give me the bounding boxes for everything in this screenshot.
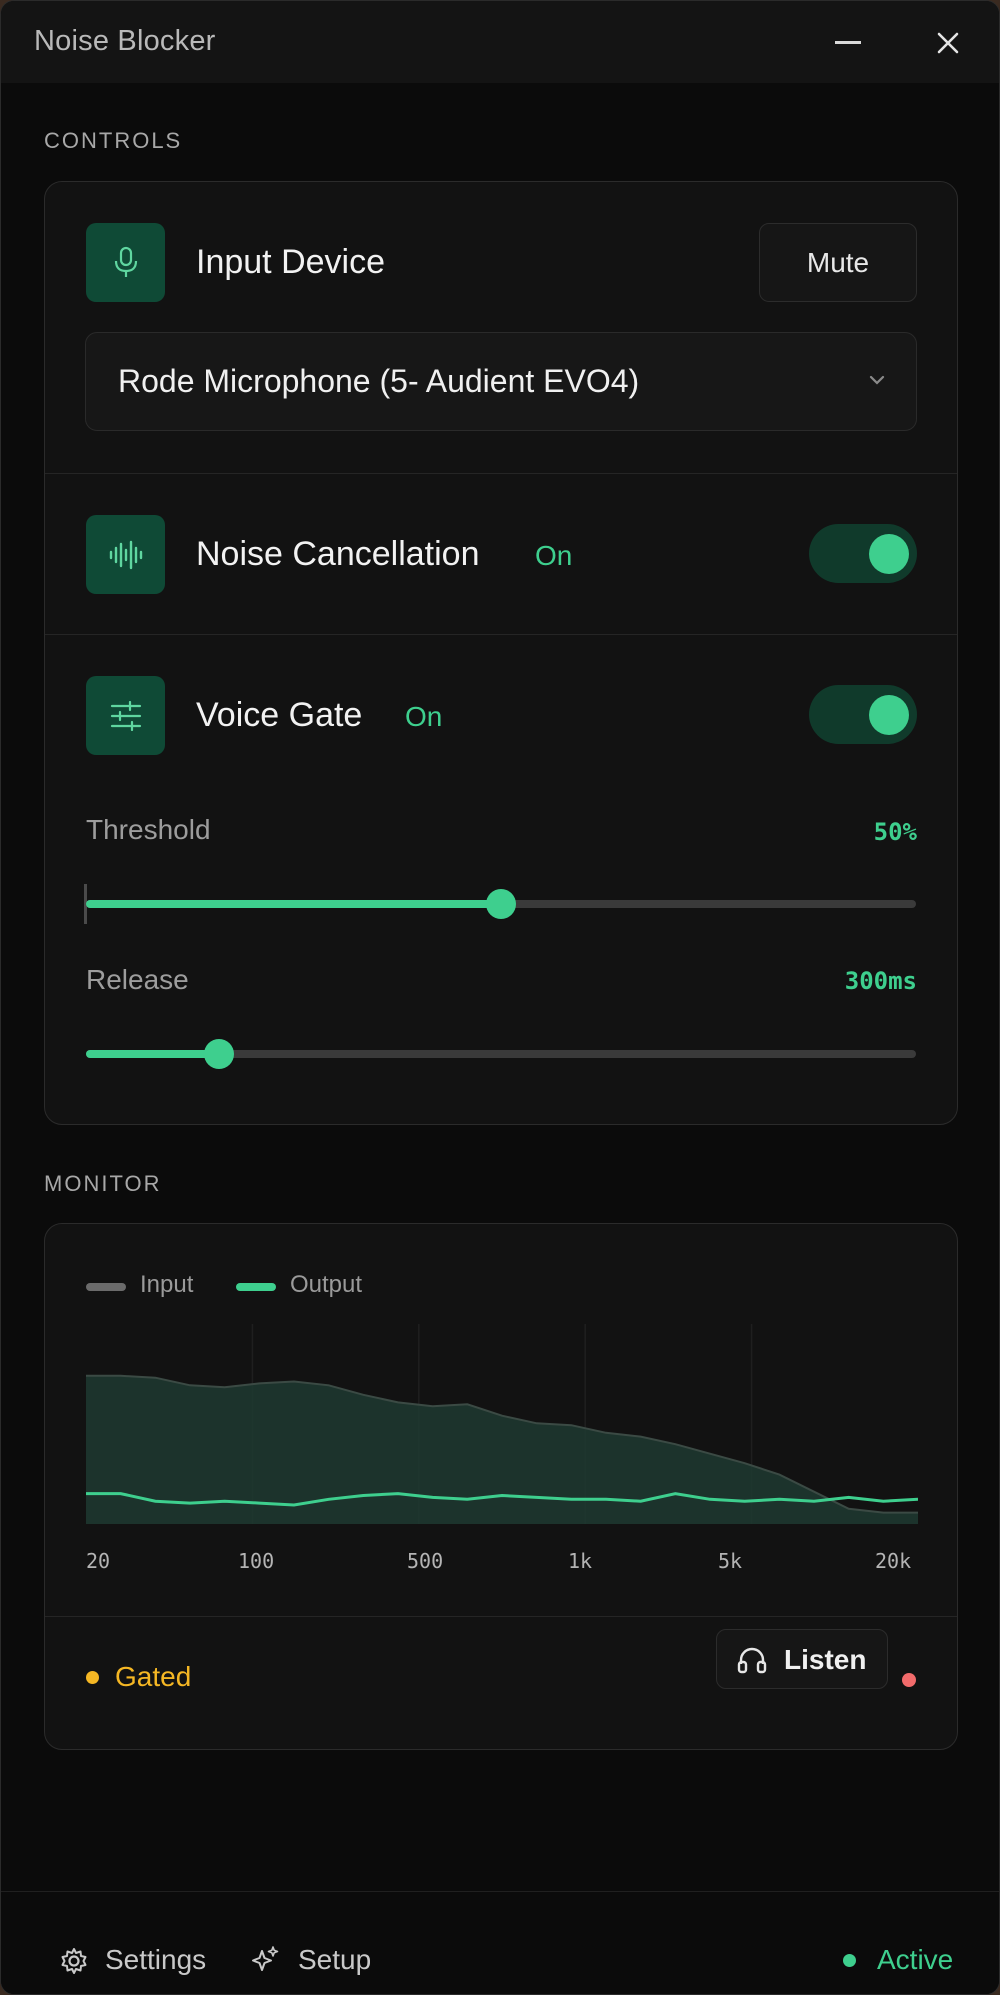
active-status-label: Active [877, 1944, 954, 1975]
release-label: Release [86, 964, 189, 995]
spectrum-chart [86, 1324, 918, 1524]
record-indicator-dot [902, 1673, 916, 1687]
mute-button[interactable]: Mute [759, 223, 917, 302]
voice-gate-toggle[interactable] [809, 685, 917, 744]
footer-bar: Settings Setup Active [1, 1891, 999, 1994]
threshold-slider[interactable] [86, 889, 916, 919]
headphones-icon [737, 1647, 767, 1674]
input-device-icon-tile [86, 223, 165, 302]
chevron-down-icon [869, 375, 885, 385]
voice-gate-icon-tile [86, 676, 165, 755]
release-slider[interactable] [86, 1039, 916, 1069]
noise-cancellation-icon-tile [86, 515, 165, 594]
gear-icon [61, 1948, 87, 1974]
divider [45, 1616, 957, 1617]
noise-cancellation-state: On [535, 540, 573, 571]
toggle-knob [869, 534, 909, 574]
threshold-slider-fill [86, 900, 501, 908]
gated-status-dot [86, 1671, 99, 1684]
close-button[interactable] [920, 15, 976, 71]
divider [45, 634, 957, 635]
window-title: Noise Blocker [34, 25, 216, 57]
title-bar[interactable]: Noise Blocker [1, 1, 999, 83]
sparkle-icon [252, 1946, 279, 1971]
microphone-icon [114, 246, 137, 277]
minimize-icon [835, 41, 861, 44]
voice-gate-title: Voice Gate [196, 696, 363, 734]
x-tick-label: 100 [238, 1549, 275, 1573]
legend-input-label: Input [140, 1271, 194, 1298]
monitor-section-label: MONITOR [44, 1171, 162, 1196]
waveform-icon [109, 540, 142, 569]
divider [45, 473, 957, 474]
x-tick-label: 500 [407, 1549, 444, 1573]
x-tick-label: 5k [718, 1549, 743, 1573]
listen-button[interactable]: Listen [716, 1629, 888, 1689]
voice-gate-state: On [405, 701, 443, 732]
release-slider-thumb[interactable] [203, 1039, 234, 1069]
legend-swatch-input [86, 1283, 126, 1291]
gated-status-label: Gated [115, 1661, 192, 1692]
noise-cancellation-title: Noise Cancellation [196, 535, 480, 573]
toggle-knob [869, 695, 909, 735]
legend-swatch-output [236, 1283, 276, 1291]
setup-link[interactable]: Setup [298, 1944, 371, 1976]
monitor-card: Input Output 20 100 500 1k 5k 20k Gated Liste… [44, 1223, 958, 1750]
x-tick-label: 20k [875, 1549, 912, 1573]
close-icon [937, 32, 959, 54]
controls-section-label: CONTROLS [44, 128, 183, 153]
controls-card: Input Device Mute Rode Microphone (5- Au… [44, 181, 958, 1125]
x-tick-label: 20 [86, 1549, 111, 1573]
sliders-icon [110, 700, 141, 731]
threshold-label: Threshold [86, 814, 211, 845]
input-device-title: Input Device [196, 243, 385, 281]
legend-output-label: Output [290, 1271, 363, 1298]
listen-label: Listen [784, 1644, 867, 1675]
active-status-dot [843, 1954, 856, 1967]
selected-device-label: Rode Microphone (5- Audient EVO4) [118, 363, 640, 399]
minimize-button[interactable] [820, 15, 876, 71]
threshold-value: 50% [873, 818, 917, 846]
input-device-select[interactable]: Rode Microphone (5- Audient EVO4) [85, 332, 917, 431]
x-tick-label: 1k [568, 1549, 593, 1573]
release-slider-fill [86, 1050, 219, 1058]
noise-cancellation-toggle[interactable] [809, 524, 917, 583]
settings-link[interactable]: Settings [105, 1944, 206, 1976]
app-window: Noise Blocker CONTROLS Input Device Mute… [0, 0, 1000, 1995]
release-value: 300ms [844, 967, 917, 995]
threshold-slider-thumb[interactable] [486, 889, 516, 919]
